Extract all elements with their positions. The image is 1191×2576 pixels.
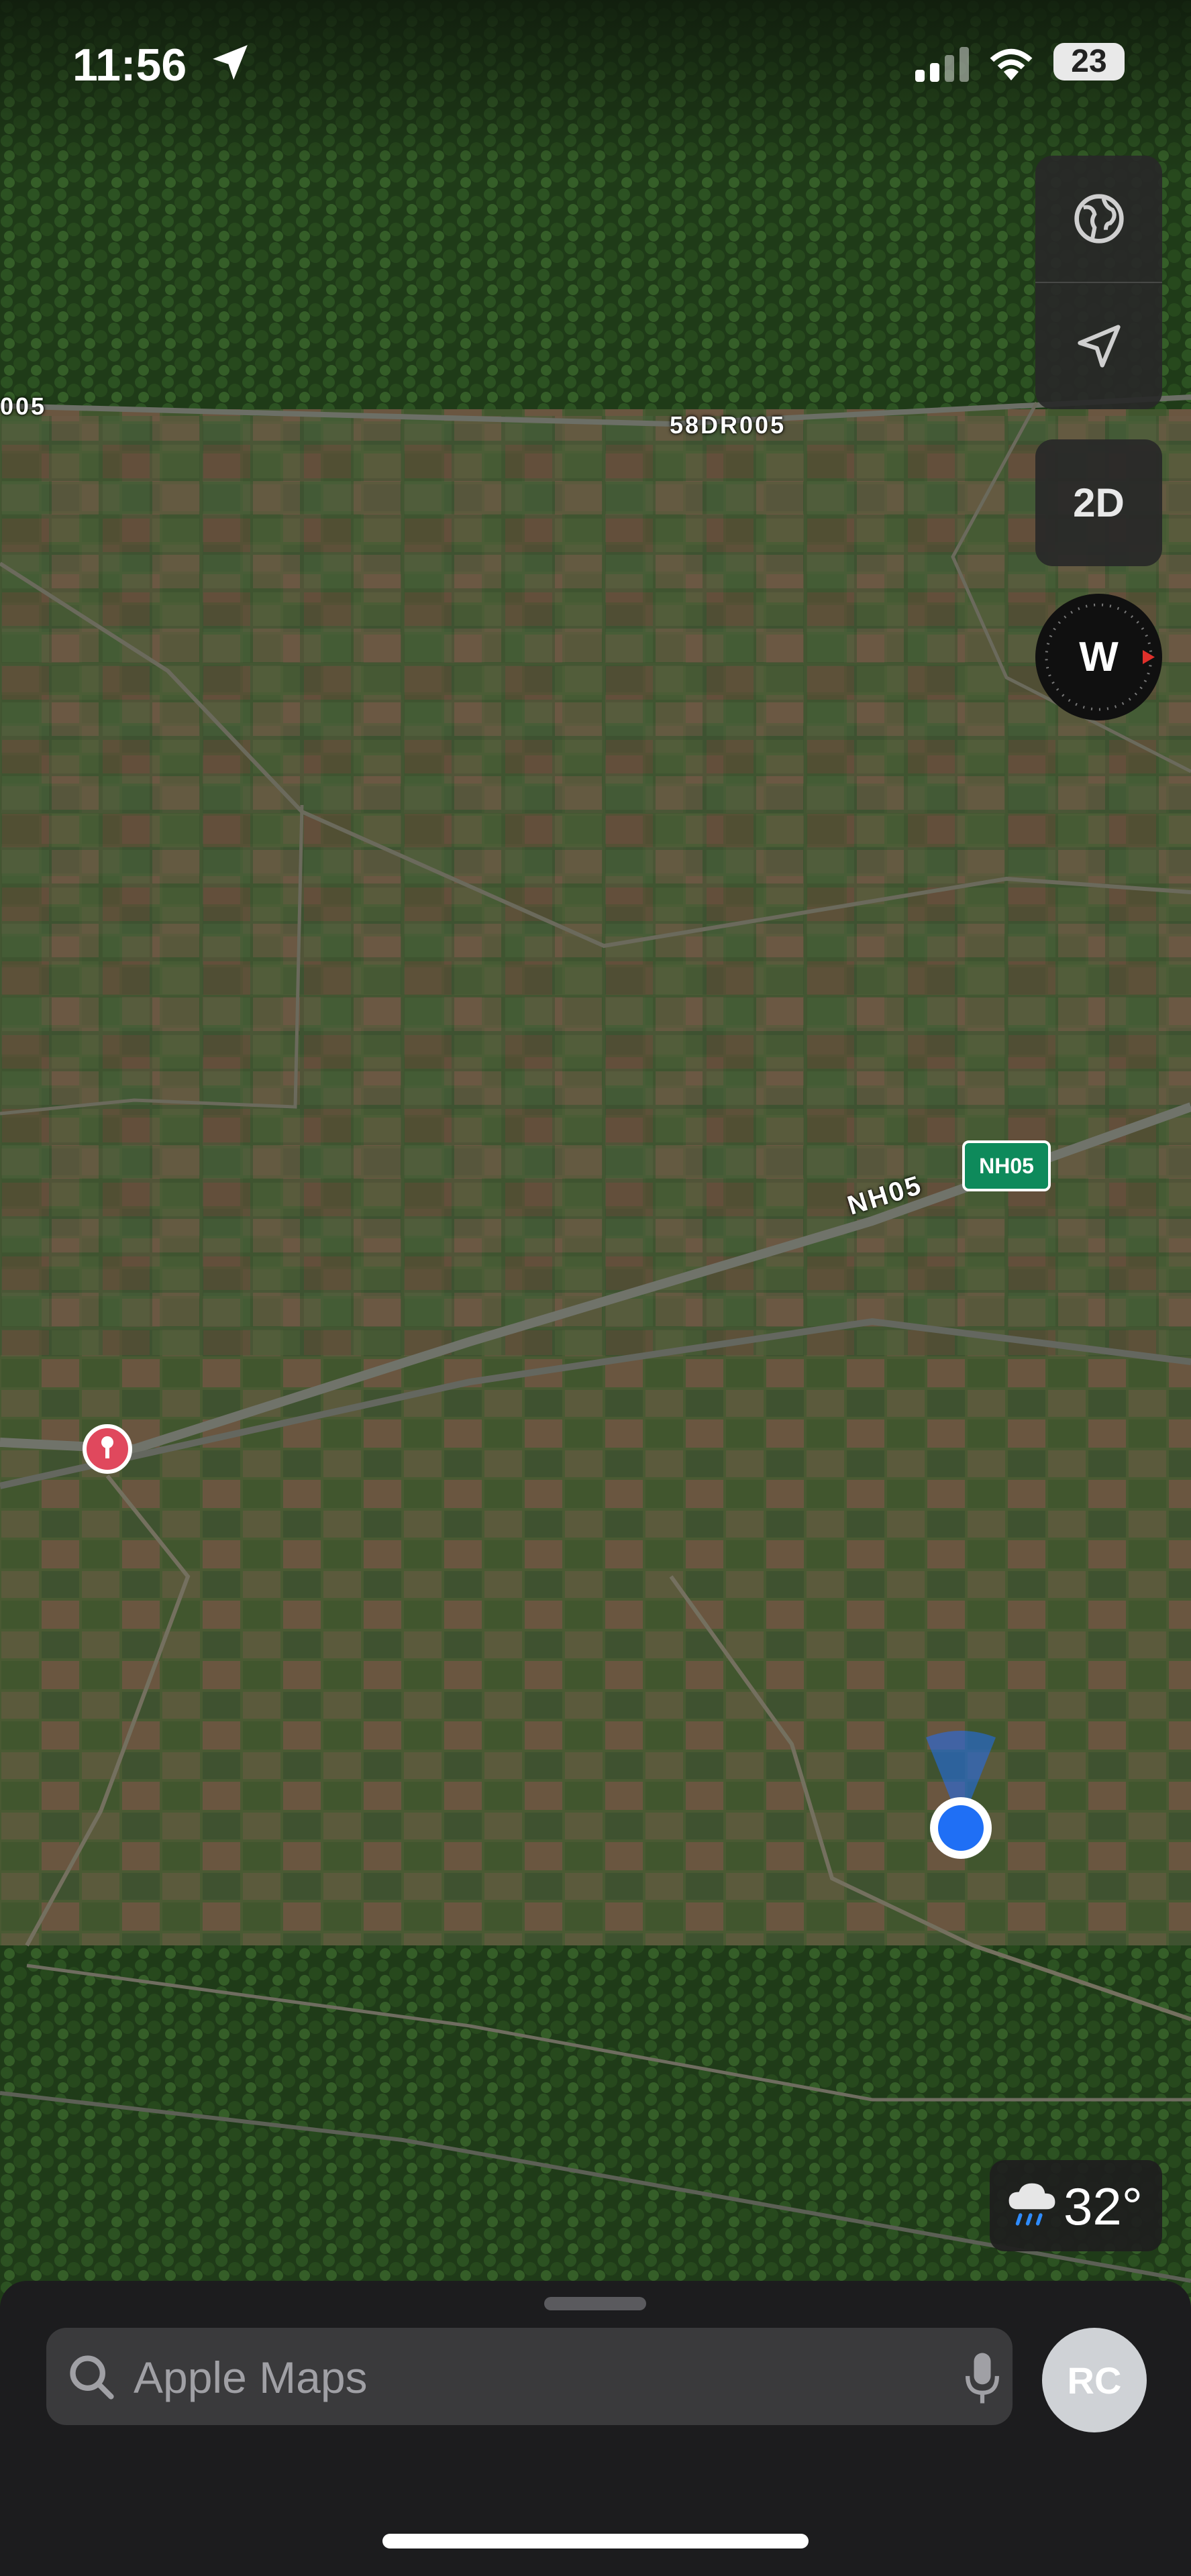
compass-heading: W [1079,634,1119,680]
cellular-signal-icon [915,47,969,82]
wifi-icon [990,48,1033,80]
rain-cloud-icon [1008,2183,1055,2226]
microphone-icon[interactable] [966,2351,999,2406]
map-pin[interactable] [83,1424,132,1474]
avatar[interactable]: RC [1042,2328,1147,2432]
road-label-58dr005: 58DR005 [670,411,786,439]
map-style-button[interactable] [1035,156,1162,282]
battery-level: 23 [1071,44,1107,79]
road-label-005: 005 [0,392,47,420]
status-time: 11:56 [72,40,187,91]
search-icon [70,2355,114,2400]
home-indicator[interactable] [382,2534,809,2548]
sheet-grabber[interactable] [544,2297,646,2310]
weather-widget[interactable]: 32° [990,2160,1162,2251]
search-bar[interactable]: Apple Maps [46,2328,1013,2425]
search-placeholder[interactable]: Apple Maps [134,2352,368,2403]
view-mode-2d-button[interactable]: 2D [1035,439,1162,566]
route-shield-nh05: NH05 [962,1140,1051,1191]
locate-me-button[interactable] [1035,283,1162,409]
map-controls [1035,156,1162,409]
status-bar: 11:56 23 [0,0,1191,127]
battery-indicator: 23 [1053,43,1125,80]
weather-temperature: 32° [1064,2177,1143,2236]
globe-icon [1074,194,1124,244]
bottom-sheet[interactable]: Apple Maps RC [0,2281,1191,2576]
location-arrow-icon [1077,325,1121,368]
compass-icon[interactable]: W [1035,594,1162,720]
location-arrow-icon [213,45,248,80]
